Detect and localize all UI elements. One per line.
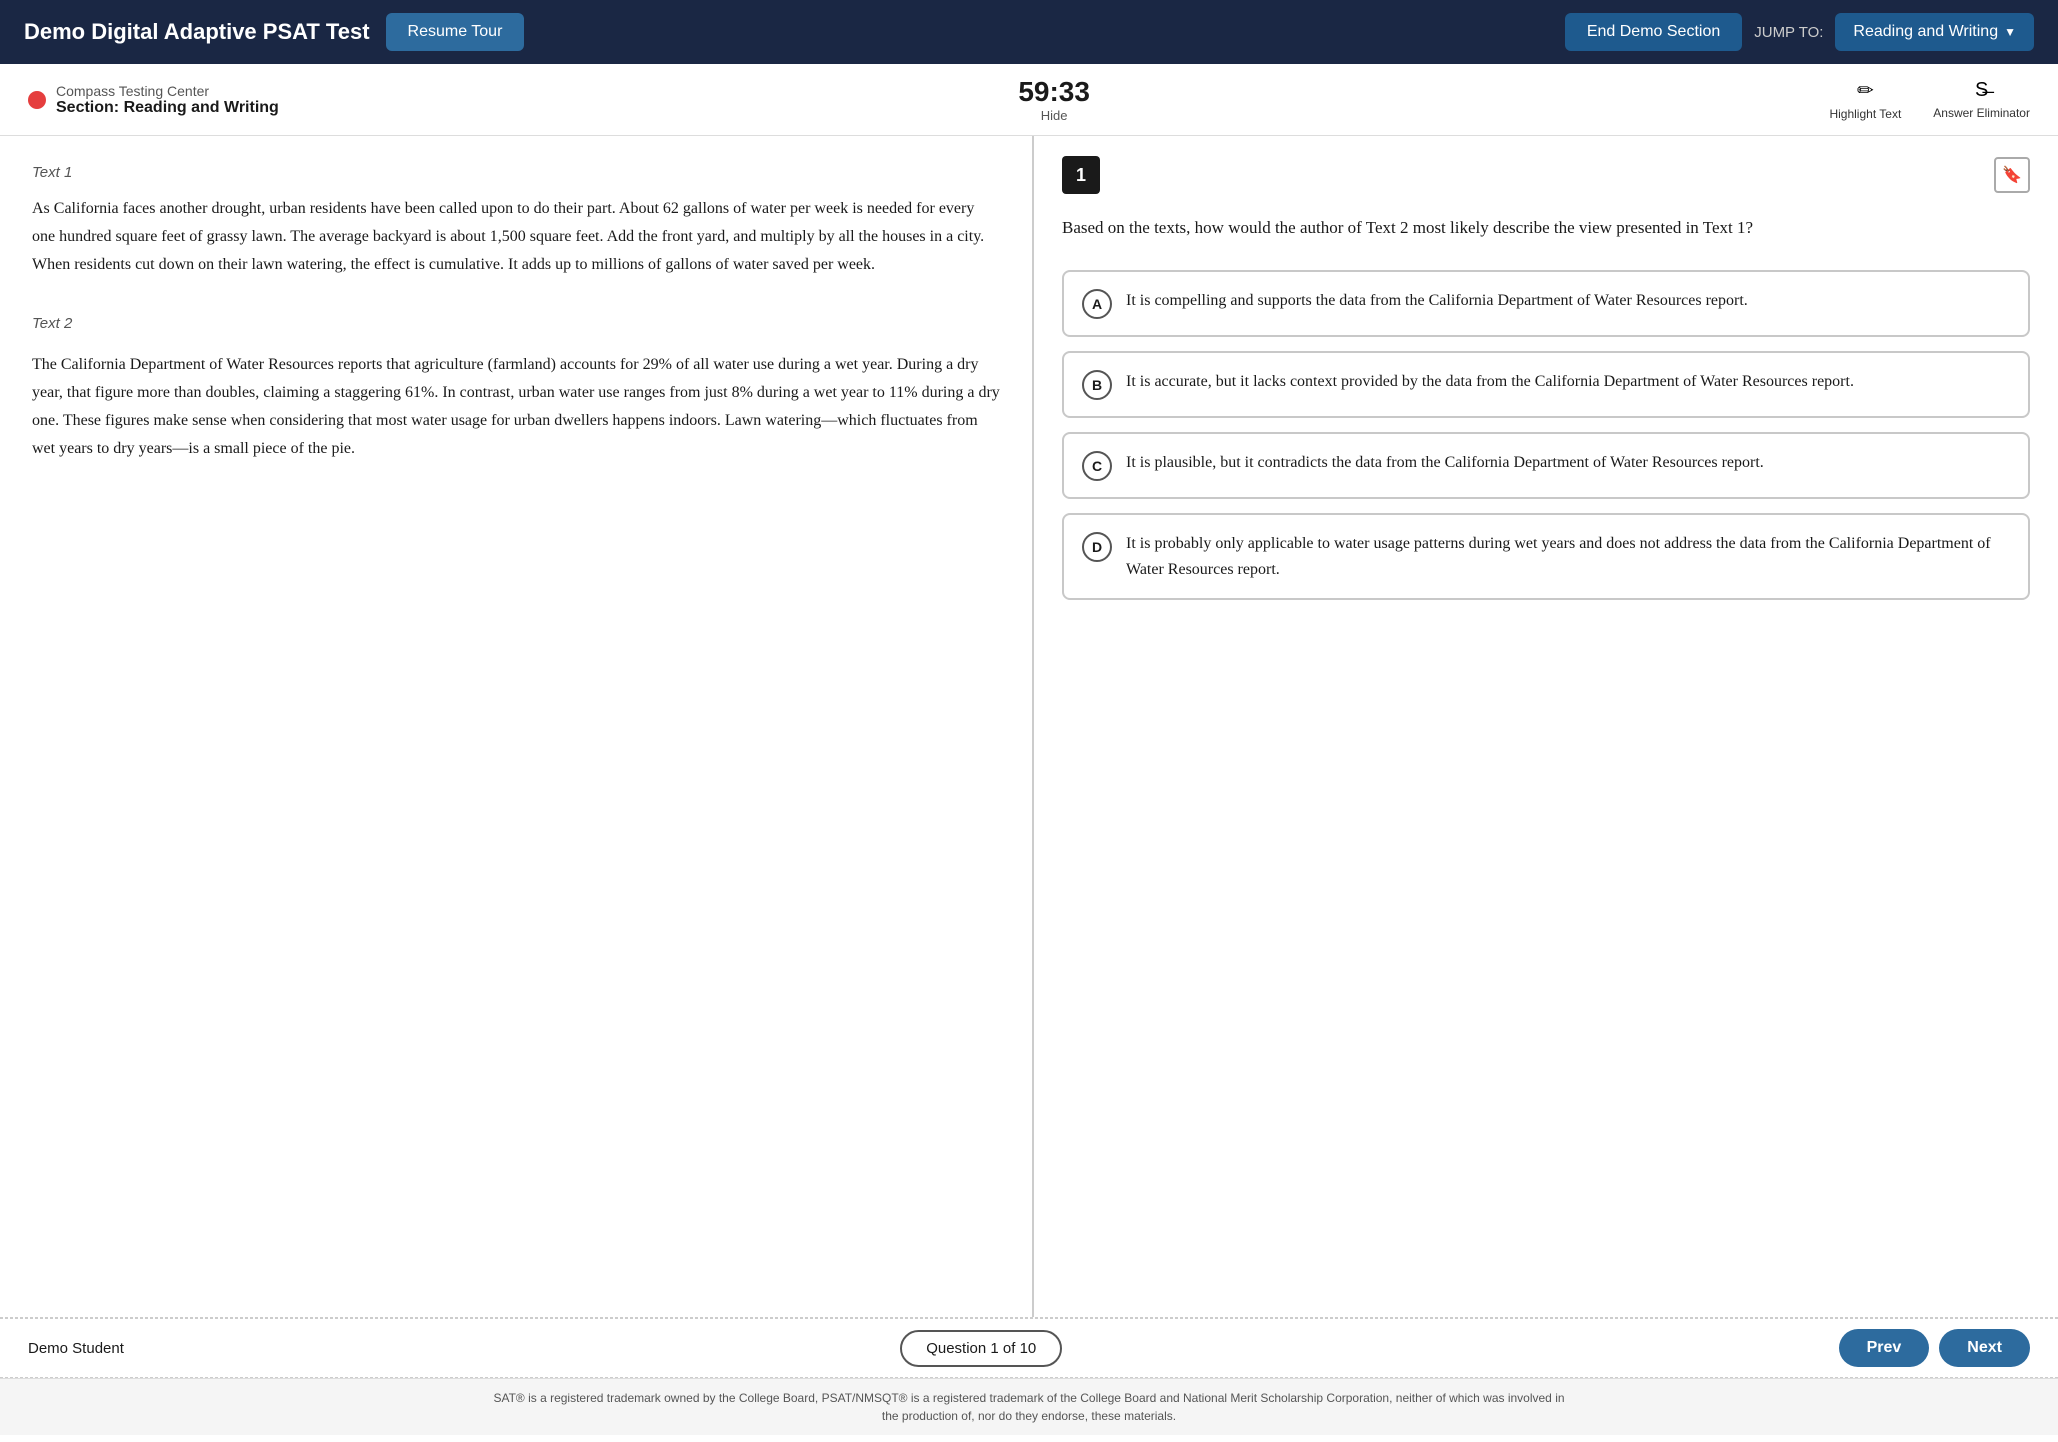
chevron-down-icon: ▼: [2004, 25, 2016, 39]
bookmark-button[interactable]: 🔖: [1994, 157, 2030, 193]
question-counter: Question 1 of 10: [900, 1330, 1062, 1367]
answer-eliminator-button[interactable]: S̶ Answer Eliminator: [1933, 79, 2030, 120]
question-number-badge: 1: [1062, 156, 1100, 194]
org-name: Compass Testing Center: [56, 83, 279, 99]
choice-text-a: It is compelling and supports the data f…: [1126, 288, 1748, 314]
pencil-icon: ✏: [1857, 78, 1874, 103]
text2-body: The California Department of Water Resou…: [32, 351, 1000, 463]
bottom-bar: Demo Student Question 1 of 10 Prev Next: [0, 1318, 2058, 1378]
highlight-text-button[interactable]: ✏ Highlight Text: [1829, 78, 1901, 121]
text2-section: Text 2 The California Department of Wate…: [32, 311, 1000, 463]
timer-area: 59:33 Hide: [1018, 76, 1090, 123]
footer-text-1: SAT® is a registered trademark owned by …: [20, 1389, 2038, 1407]
org-details: Compass Testing Center Section: Reading …: [56, 83, 279, 117]
question-panel: 1 🔖 Based on the texts, how would the au…: [1034, 136, 2058, 1317]
resume-tour-button[interactable]: Resume Tour: [386, 13, 525, 51]
choice-text-c: It is plausible, but it contradicts the …: [1126, 450, 1764, 476]
choice-letter-b: B: [1082, 370, 1112, 400]
answer-choice-b[interactable]: B It is accurate, but it lacks context p…: [1062, 351, 2030, 418]
main-content: Text 1 As California faces another droug…: [0, 136, 2058, 1318]
next-button[interactable]: Next: [1939, 1329, 2030, 1367]
answer-eliminator-label: Answer Eliminator: [1933, 106, 2030, 120]
choice-text-d: It is probably only applicable to water …: [1126, 531, 2010, 582]
footer: SAT® is a registered trademark owned by …: [0, 1378, 2058, 1435]
strikethrough-icon: S̶: [1975, 79, 1988, 102]
text1-label: Text 1: [32, 164, 1000, 181]
tools-area: ✏ Highlight Text S̶ Answer Eliminator: [1829, 78, 2030, 121]
footer-text-2: the production of, nor do they endorse, …: [20, 1407, 2038, 1425]
choice-letter-c: C: [1082, 451, 1112, 481]
hide-timer-button[interactable]: Hide: [1018, 108, 1090, 123]
secondary-header: Compass Testing Center Section: Reading …: [0, 64, 2058, 136]
choice-text-b: It is accurate, but it lacks context pro…: [1126, 369, 1854, 395]
jump-to-button[interactable]: Reading and Writing ▼: [1835, 13, 2034, 51]
question-header: 1 🔖: [1062, 156, 2030, 194]
top-nav-right: End Demo Section JUMP TO: Reading and Wr…: [1565, 13, 2034, 51]
passage-panel: Text 1 As California faces another droug…: [0, 136, 1034, 1317]
prev-button[interactable]: Prev: [1839, 1329, 1930, 1367]
answer-choice-c[interactable]: C It is plausible, but it contradicts th…: [1062, 432, 2030, 499]
end-demo-button[interactable]: End Demo Section: [1565, 13, 1742, 51]
compass-dot-icon: [28, 91, 46, 109]
student-name: Demo Student: [28, 1340, 124, 1357]
jump-to-label: JUMP TO:: [1754, 24, 1823, 41]
highlight-text-label: Highlight Text: [1829, 107, 1901, 121]
text2-label: Text 2: [32, 311, 1000, 337]
jump-to-value: Reading and Writing: [1853, 23, 1998, 41]
answer-choice-a[interactable]: A It is compelling and supports the data…: [1062, 270, 2030, 337]
timer-display: 59:33: [1018, 76, 1090, 108]
section-label: Section: Reading and Writing: [56, 99, 279, 117]
org-section-info: Compass Testing Center Section: Reading …: [28, 83, 279, 117]
choice-letter-d: D: [1082, 532, 1112, 562]
app-title: Demo Digital Adaptive PSAT Test: [24, 19, 370, 45]
top-nav: Demo Digital Adaptive PSAT Test Resume T…: [0, 0, 2058, 64]
text1-body: As California faces another drought, urb…: [32, 195, 1000, 279]
question-text: Based on the texts, how would the author…: [1062, 214, 2030, 242]
nav-buttons: Prev Next: [1839, 1329, 2030, 1367]
top-nav-left: Demo Digital Adaptive PSAT Test Resume T…: [24, 13, 524, 51]
choice-letter-a: A: [1082, 289, 1112, 319]
answer-choice-d[interactable]: D It is probably only applicable to wate…: [1062, 513, 2030, 600]
